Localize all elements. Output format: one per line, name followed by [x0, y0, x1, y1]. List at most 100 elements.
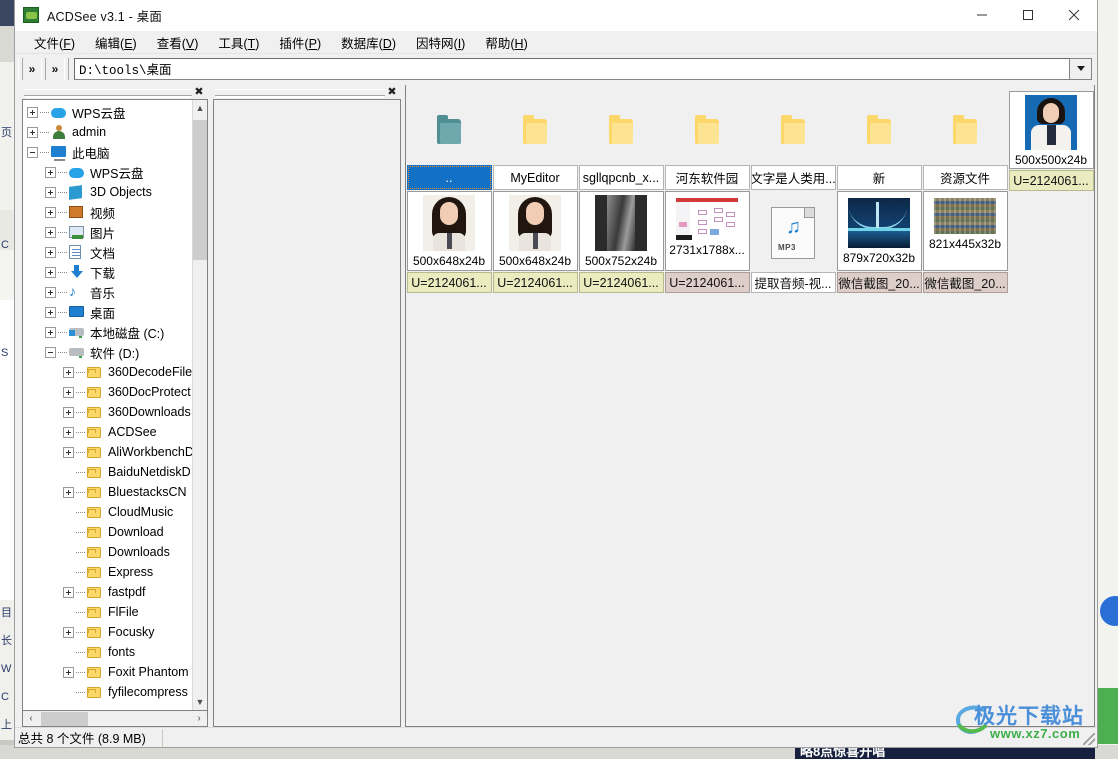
expand-icon[interactable]	[63, 406, 74, 418]
file-browser[interactable]: .. MyEditor sgllqpcnb_x... 河东软件园 文字是人类用... 新资…	[405, 85, 1095, 727]
scroll-thumb-horizontal[interactable]	[41, 711, 88, 726]
scroll-up-icon[interactable]: ▲	[193, 100, 207, 116]
expand-icon[interactable]	[63, 386, 74, 398]
folder-name-label[interactable]: sgllqpcnb_x...	[578, 165, 664, 190]
expand-icon[interactable]	[63, 486, 74, 498]
scroll-down-icon[interactable]: ▼	[193, 694, 207, 710]
tree-item-fonts[interactable]: fonts	[23, 642, 192, 662]
menu-item-help[interactable]: 帮助(H)	[476, 31, 536, 54]
expand-icon[interactable]	[45, 306, 56, 318]
tree-item-3d-objects[interactable]: 3D Objects	[23, 182, 192, 202]
chevron-down-icon[interactable]	[1070, 57, 1092, 80]
folder-name-label[interactable]: 文字是人类用...	[750, 165, 836, 190]
tree-item-downloads[interactable]: Downloads	[23, 542, 192, 562]
scroll-track[interactable]	[193, 116, 207, 694]
file-cell[interactable]: 500x500x24b U=2124061...	[1008, 91, 1094, 191]
tree-item-360docprotect[interactable]: 360DocProtect	[23, 382, 192, 402]
tree-item-图片[interactable]: 图片	[23, 222, 192, 242]
menu-item-edit[interactable]: 编辑(E)	[86, 31, 146, 54]
file-cell[interactable]: 500x752x24b U=2124061...	[578, 191, 664, 293]
expand-icon[interactable]	[45, 246, 56, 258]
toolbar-overflow-chevron-2[interactable]: »	[47, 58, 63, 80]
expand-icon[interactable]	[45, 186, 56, 198]
expand-icon[interactable]	[45, 226, 56, 238]
tree-item-admin[interactable]: admin	[23, 122, 192, 142]
folder-name-label[interactable]: 河东软件园	[664, 165, 750, 190]
tree-item-下载[interactable]: 下载	[23, 262, 192, 282]
file-name-label[interactable]: U=2124061...	[664, 272, 750, 293]
toolbar-grip[interactable]	[41, 57, 46, 80]
tree-item-音乐[interactable]: ♪ 音乐	[23, 282, 192, 302]
minimize-icon[interactable]	[959, 0, 1005, 31]
tree-item-foxit-phantom[interactable]: Foxit Phantom	[23, 662, 192, 682]
tree-item-软件--d--[interactable]: 软件 (D:)	[23, 342, 192, 362]
file-cell[interactable]: 821x445x32b 微信截图_20...	[922, 191, 1008, 293]
tree-item-本地磁盘--c--[interactable]: 本地磁盘 (C:)	[23, 322, 192, 342]
tree-item-focusky[interactable]: Focusky	[23, 622, 192, 642]
preview-panel-drag-grip[interactable]	[215, 88, 385, 96]
tree-item-cloudmusic[interactable]: CloudMusic	[23, 502, 192, 522]
tree-item-360downloads[interactable]: 360Downloads	[23, 402, 192, 422]
folder-name-label[interactable]: 新	[836, 165, 922, 190]
folder-cell[interactable]: 河东软件园	[664, 93, 750, 191]
tree-item-baidunetdiskd[interactable]: BaiduNetdiskD	[23, 462, 192, 482]
toolbar-overflow-chevron-1[interactable]: »	[24, 58, 40, 80]
maximize-icon[interactable]	[1005, 0, 1051, 31]
folder-cell[interactable]: sgllqpcnb_x...	[578, 93, 664, 191]
expand-icon[interactable]	[45, 266, 56, 278]
folder-cell[interactable]: 资源文件	[922, 93, 1008, 191]
folder-cell[interactable]: MyEditor	[492, 93, 578, 191]
expand-icon[interactable]	[63, 626, 74, 638]
collapse-icon[interactable]	[45, 346, 56, 358]
expand-icon[interactable]	[45, 166, 56, 178]
menu-item-internet[interactable]: 因特网(I)	[407, 31, 474, 54]
resize-grip[interactable]	[1083, 733, 1095, 745]
tree-item-360decodefiles[interactable]: 360DecodeFiles	[23, 362, 192, 382]
toolbar-grip[interactable]	[18, 57, 23, 80]
address-input[interactable]: D:\tools\桌面	[74, 57, 1070, 80]
folder-name-label[interactable]: MyEditor	[492, 165, 578, 190]
menu-item-tools[interactable]: 工具(T)	[209, 31, 268, 54]
scroll-right-icon[interactable]: ›	[191, 713, 207, 724]
folder-cell[interactable]: 文字是人类用...	[750, 93, 836, 191]
file-cell[interactable]: 879x720x32b 微信截图_20...	[836, 191, 922, 293]
tree-item-wps云盘[interactable]: WPS云盘	[23, 162, 192, 182]
tree-item-此电脑[interactable]: 此电脑	[23, 142, 192, 162]
expand-icon[interactable]	[63, 586, 74, 598]
expand-icon[interactable]	[63, 366, 74, 378]
scroll-left-icon[interactable]: ‹	[23, 713, 39, 724]
collapse-icon[interactable]	[27, 146, 38, 158]
tree-item-express[interactable]: Express	[23, 562, 192, 582]
tree-item-wps云盘[interactable]: WPS云盘	[23, 102, 192, 122]
tree-item-视频[interactable]: 视频	[23, 202, 192, 222]
tree-item-文档[interactable]: 文档	[23, 242, 192, 262]
close-icon[interactable]: ✖	[385, 87, 399, 98]
tree-items-container[interactable]: WPS云盘 admin 此电脑 WPS云盘 3D Objects 视频 图片 文档 下载 ♪ 音乐桌…	[23, 100, 192, 710]
close-icon[interactable]	[1051, 0, 1097, 31]
toolbar-grip[interactable]	[64, 57, 69, 80]
tree-vertical-scrollbar[interactable]: ▲ ▼	[192, 100, 207, 710]
menu-item-database[interactable]: 数据库(D)	[332, 31, 405, 54]
tree-item-aliworkbenchd[interactable]: AliWorkbenchD	[23, 442, 192, 462]
folder-cell[interactable]: ..	[406, 93, 492, 191]
tree-horizontal-scrollbar[interactable]: ‹ ›	[22, 711, 208, 727]
tree-item-acdsee[interactable]: ACDSee	[23, 422, 192, 442]
expand-icon[interactable]	[45, 326, 56, 338]
tree-item-fastpdf[interactable]: fastpdf	[23, 582, 192, 602]
expand-icon[interactable]	[45, 286, 56, 298]
folder-cell[interactable]: 新	[836, 93, 922, 191]
file-name-label[interactable]: U=2124061...	[492, 272, 578, 293]
tree-item-fyfilecompress[interactable]: fyfilecompress	[23, 682, 192, 702]
file-cell[interactable]: 500x648x24b U=2124061...	[492, 191, 578, 293]
tree-item-bluestackscn[interactable]: BluestacksCN	[23, 482, 192, 502]
tree-item-桌面[interactable]: 桌面	[23, 302, 192, 322]
file-name-label[interactable]: U=2124061...	[578, 272, 664, 293]
file-cell[interactable]: 500x648x24b U=2124061...	[406, 191, 492, 293]
file-name-label[interactable]: U=2124061...	[1008, 170, 1094, 191]
file-name-label[interactable]: 微信截图_20...	[836, 272, 922, 293]
expand-icon[interactable]	[27, 106, 38, 118]
menu-item-plugins[interactable]: 插件(P)	[270, 31, 330, 54]
tree-item-download[interactable]: Download	[23, 522, 192, 542]
expand-icon[interactable]	[45, 206, 56, 218]
file-name-label[interactable]: U=2124061...	[406, 272, 492, 293]
